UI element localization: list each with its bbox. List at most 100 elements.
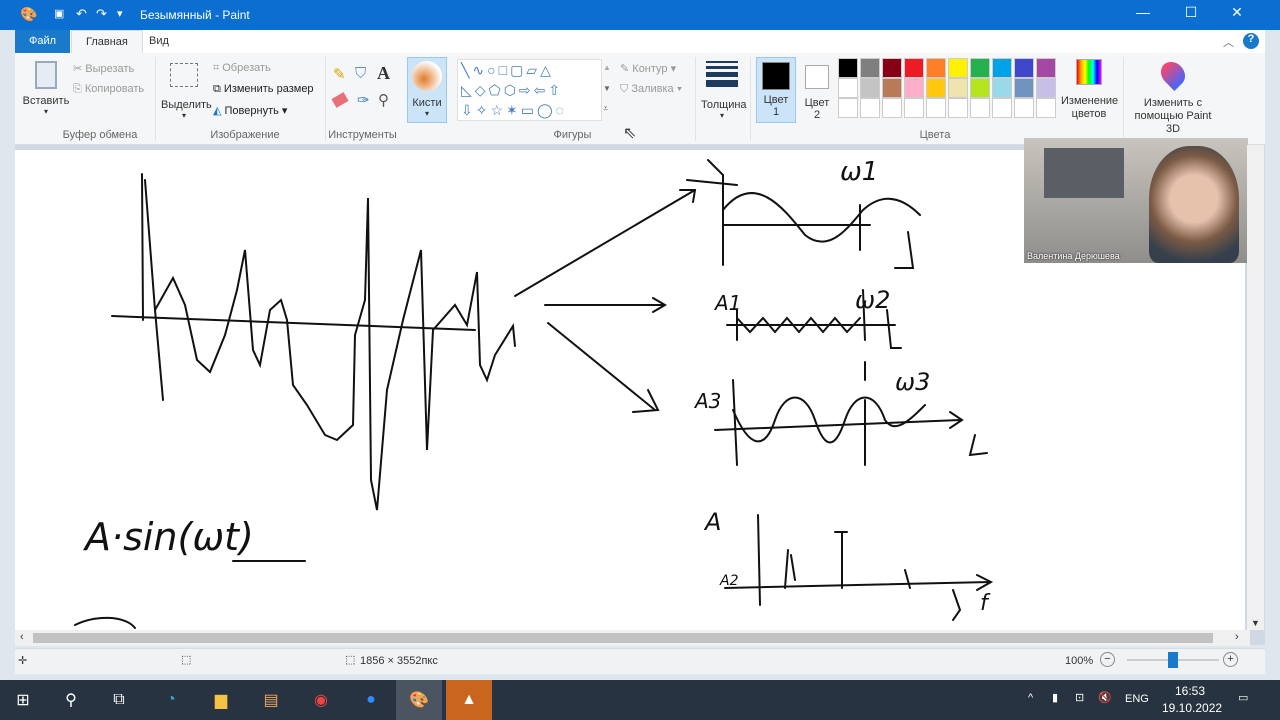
clock-date[interactable]: 19.10.2022 bbox=[1162, 701, 1222, 715]
color-swatch[interactable] bbox=[904, 78, 924, 98]
matlab-icon[interactable]: ▲ bbox=[446, 680, 492, 720]
color-swatch[interactable] bbox=[970, 98, 990, 118]
fill-bucket-icon[interactable]: ⛉ bbox=[355, 65, 366, 82]
color-swatch[interactable] bbox=[860, 98, 880, 118]
color2-button[interactable]: Цвет 2 bbox=[801, 57, 833, 121]
outline-button[interactable]: ✎ Контур ▾ bbox=[620, 62, 676, 75]
help-icon[interactable]: ? bbox=[1243, 33, 1259, 49]
start-windows-icon[interactable]: ⊞ bbox=[0, 680, 46, 720]
zoom-slider-thumb[interactable] bbox=[1168, 652, 1178, 668]
zoom-app-icon[interactable]: ● bbox=[348, 680, 394, 720]
color-swatch[interactable] bbox=[948, 78, 968, 98]
volume-muted-icon[interactable]: 🔇 bbox=[1098, 691, 1112, 704]
network-icon[interactable]: ⊡ bbox=[1075, 691, 1084, 704]
scrollbar-thumb[interactable] bbox=[33, 633, 1213, 643]
vertical-scrollbar[interactable]: ▼ bbox=[1247, 145, 1264, 630]
color-swatch[interactable] bbox=[838, 98, 858, 118]
zoom-out-button[interactable]: − bbox=[1100, 652, 1115, 667]
clock-time[interactable]: 16:53 bbox=[1175, 684, 1205, 698]
color-swatch[interactable] bbox=[992, 78, 1012, 98]
color-swatch[interactable] bbox=[882, 78, 902, 98]
color-swatch[interactable] bbox=[860, 78, 880, 98]
gallery-scroll-up[interactable]: ▲ bbox=[603, 63, 611, 72]
color-swatch[interactable] bbox=[838, 58, 858, 78]
mouse-cursor-icon: ⇖ bbox=[623, 125, 637, 142]
tab-file[interactable]: Файл bbox=[15, 30, 71, 53]
magnifier-icon[interactable]: ⚲ bbox=[378, 91, 389, 109]
quick-access-dropdown-icon[interactable]: ▾ bbox=[117, 7, 123, 20]
crop-button[interactable]: ⌗ Обрезать bbox=[213, 62, 271, 75]
color-swatch[interactable] bbox=[992, 98, 1012, 118]
color-swatch[interactable] bbox=[860, 58, 880, 78]
edit-colors-button[interactable]: Изменение цветов bbox=[1061, 59, 1118, 121]
resize-button[interactable]: ⧉ Изменить размер bbox=[213, 83, 314, 96]
color-swatch[interactable] bbox=[948, 58, 968, 78]
color-swatch[interactable] bbox=[948, 98, 968, 118]
color-swatch[interactable] bbox=[926, 78, 946, 98]
scroll-right-icon[interactable]: › bbox=[1235, 631, 1239, 643]
copy-button[interactable]: ⎘ Копировать bbox=[73, 83, 144, 96]
horizontal-scrollbar[interactable]: ‹ › bbox=[15, 630, 1250, 646]
undo-icon[interactable]: ↶ bbox=[76, 6, 87, 22]
color-swatch[interactable] bbox=[970, 78, 990, 98]
paint3d-button[interactable]: Изменить с помощью Paint 3D bbox=[1127, 57, 1219, 136]
save-icon[interactable]: ▣ bbox=[54, 7, 64, 20]
color-swatch[interactable] bbox=[882, 98, 902, 118]
color-picker-icon[interactable]: ✑ bbox=[357, 91, 370, 109]
shapes-gallery[interactable]: ╲∿○□▢▱△ ◺◇⬠⬡⇨⇦⇧ ⇩✧☆✶▭◯◌ bbox=[457, 59, 602, 121]
title-bar: 🎨 ▣ ↶ ↷ ▾ Безымянный - Paint — ☐ ✕ bbox=[0, 0, 1280, 30]
gallery-scroll-down[interactable]: ▼ bbox=[603, 84, 611, 93]
document-app-icon[interactable]: ▤ bbox=[248, 680, 294, 720]
color-swatch[interactable] bbox=[926, 98, 946, 118]
tab-view[interactable]: Вид bbox=[135, 30, 183, 53]
usb-device-icon[interactable]: ▮ bbox=[1052, 691, 1058, 704]
shapes-row[interactable]: ◺◇⬠⬡⇨⇦⇧ bbox=[461, 80, 601, 100]
show-hidden-icons[interactable]: ^ bbox=[1028, 692, 1033, 704]
color-swatch[interactable] bbox=[1036, 78, 1056, 98]
collapse-ribbon-icon[interactable]: ︿ bbox=[1223, 34, 1234, 50]
color-swatch[interactable] bbox=[882, 58, 902, 78]
window-title: Безымянный - Paint bbox=[140, 8, 250, 22]
text-tool-icon[interactable]: A bbox=[377, 63, 390, 84]
select-icon bbox=[170, 63, 198, 87]
notifications-icon[interactable]: ▭ bbox=[1238, 691, 1248, 704]
size-button[interactable]: Толщина ▾ bbox=[701, 59, 747, 120]
file-explorer-icon[interactable]: ▆ bbox=[198, 680, 244, 720]
paint-taskbar-icon[interactable]: 🎨 bbox=[396, 680, 442, 720]
color-swatch[interactable] bbox=[1036, 58, 1056, 78]
color-swatch[interactable] bbox=[1014, 58, 1034, 78]
close-button[interactable]: ✕ bbox=[1214, 4, 1260, 26]
color-swatch[interactable] bbox=[970, 58, 990, 78]
minimize-button[interactable]: — bbox=[1120, 4, 1166, 26]
eraser-icon[interactable] bbox=[331, 92, 349, 108]
select-button[interactable]: Выделить ▾ bbox=[161, 57, 212, 120]
color-swatch[interactable] bbox=[992, 58, 1012, 78]
color-swatch[interactable] bbox=[1014, 78, 1034, 98]
maximize-button[interactable]: ☐ bbox=[1168, 4, 1214, 26]
search-icon[interactable]: ⚲ bbox=[48, 680, 94, 720]
color-swatch[interactable] bbox=[1014, 98, 1034, 118]
color1-button[interactable]: Цвет 1 bbox=[756, 57, 796, 123]
paste-button[interactable]: Вставить ▾ bbox=[21, 57, 71, 121]
color-swatch[interactable] bbox=[904, 58, 924, 78]
gallery-expand[interactable]: ⩡ bbox=[603, 103, 608, 114]
tab-home[interactable]: Главная bbox=[71, 30, 143, 53]
color-swatch[interactable] bbox=[838, 78, 858, 98]
fill-button[interactable]: ⛉ Заливка ▾ bbox=[620, 83, 682, 96]
color-swatch[interactable] bbox=[1036, 98, 1056, 118]
rotate-button[interactable]: ◭ Повернуть ▾ bbox=[213, 104, 287, 117]
cut-button[interactable]: ✂ Вырезать bbox=[73, 62, 134, 75]
zoom-in-button[interactable]: + bbox=[1223, 652, 1238, 667]
edge-browser-icon[interactable]: ◔ bbox=[148, 680, 194, 720]
redo-icon[interactable]: ↷ bbox=[96, 6, 107, 22]
chrome-icon[interactable]: ◉ bbox=[298, 680, 344, 720]
task-view-icon[interactable]: ⧉ bbox=[96, 680, 142, 720]
shapes-row[interactable]: ⇩✧☆✶▭◯◌ bbox=[461, 100, 601, 120]
brushes-button[interactable]: Кисти ▾ bbox=[407, 57, 447, 123]
shapes-row[interactable]: ╲∿○□▢▱△ bbox=[461, 60, 601, 80]
scroll-left-icon[interactable]: ‹ bbox=[20, 631, 24, 643]
pencil-icon[interactable]: ✎ bbox=[333, 65, 346, 83]
input-language[interactable]: ENG bbox=[1125, 693, 1149, 705]
color-swatch[interactable] bbox=[904, 98, 924, 118]
color-swatch[interactable] bbox=[926, 58, 946, 78]
